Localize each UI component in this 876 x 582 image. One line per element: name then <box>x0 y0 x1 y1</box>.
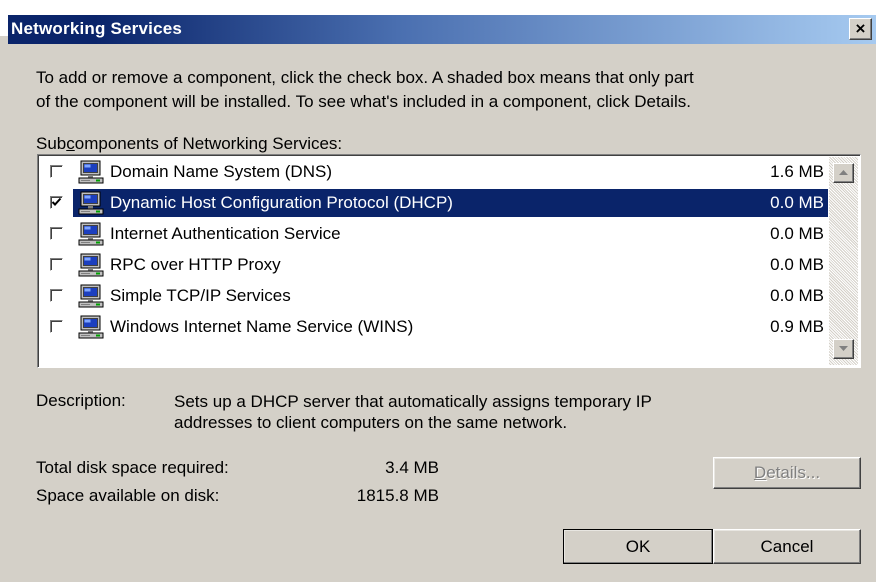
list-item[interactable]: Internet Authentication Service 0.0 MB <box>40 219 828 250</box>
details-mnemonic: D <box>753 463 767 482</box>
list-item[interactable]: Windows Internet Name Service (WINS) 0.9 … <box>40 312 828 343</box>
computer-icon <box>78 315 104 339</box>
scroll-up-button[interactable] <box>833 163 854 183</box>
arrow-up-icon <box>839 170 848 175</box>
computer-icon <box>78 253 104 277</box>
list-item[interactable]: Simple TCP/IP Services 0.0 MB <box>40 281 828 312</box>
vertical-scrollbar[interactable] <box>829 157 858 365</box>
component-checkbox[interactable] <box>50 289 63 302</box>
details-button[interactable]: Details... <box>713 457 861 489</box>
cancel-button[interactable]: Cancel <box>713 529 861 564</box>
component-checkbox[interactable] <box>50 196 63 209</box>
component-size: 1.6 MB <box>770 162 824 181</box>
disk-available-value: 1815.8 MB <box>356 486 439 505</box>
component-checkbox[interactable] <box>50 320 63 333</box>
subcomponents-label: Subcomponents of Networking Services: <box>36 134 342 154</box>
computer-icon <box>78 222 104 246</box>
arrow-down-icon <box>839 346 848 351</box>
window-title: Networking Services <box>11 19 183 38</box>
component-checkbox[interactable] <box>50 165 63 178</box>
disk-required-label: Total disk space required: <box>36 458 229 477</box>
scroll-down-button[interactable] <box>833 339 854 359</box>
component-name: Internet Authentication Service <box>110 224 341 243</box>
component-checkbox[interactable] <box>50 227 63 240</box>
component-size: 0.0 MB <box>770 255 824 274</box>
subcomponents-label-end: omponents of Networking Services: <box>74 134 343 153</box>
component-name: RPC over HTTP Proxy <box>110 255 281 274</box>
disk-required-value: 3.4 MB <box>385 458 439 477</box>
component-size: 0.9 MB <box>770 317 824 336</box>
subcomponents-list[interactable]: Domain Name System (DNS) 1.6 MB Dynamic Ho… <box>37 154 861 368</box>
list-item[interactable]: Dynamic Host Configuration Protocol (DHC… <box>40 188 828 219</box>
list-item[interactable]: Domain Name System (DNS) 1.6 MB <box>40 157 828 188</box>
details-label: etails... <box>766 463 821 482</box>
close-icon: × <box>855 19 866 38</box>
component-name: Domain Name System (DNS) <box>110 162 332 181</box>
ok-button[interactable]: OK <box>563 529 713 564</box>
computer-icon <box>78 284 104 308</box>
close-button[interactable]: × <box>849 18 872 40</box>
title-bar-area: Networking Services × <box>0 0 876 44</box>
computer-icon <box>78 191 104 215</box>
networking-services-dialog: Networking Services × To add or remove a… <box>0 0 876 582</box>
component-size: 0.0 MB <box>770 286 824 305</box>
list-item[interactable]: RPC over HTTP Proxy 0.0 MB <box>40 250 828 281</box>
component-name: Dynamic Host Configuration Protocol (DHC… <box>110 193 453 212</box>
subcomponents-label-mnemonic: c <box>66 134 75 153</box>
subcomponents-label-start: Sub <box>36 134 67 153</box>
disk-available-label: Space available on disk: <box>36 486 220 505</box>
instructions: To add or remove a component, click the … <box>36 66 866 114</box>
description-line-1: Sets up a DHCP server that automatically… <box>174 392 652 411</box>
instructions-line-1: To add or remove a component, click the … <box>36 68 694 87</box>
component-size: 0.0 MB <box>770 224 824 243</box>
component-size: 0.0 MB <box>770 193 824 212</box>
dialog-body: To add or remove a component, click the … <box>8 44 876 582</box>
computer-icon <box>78 160 104 184</box>
instructions-line-2: of the component will be installed. To s… <box>36 92 691 111</box>
description-line-2: addresses to client computers on the sam… <box>174 413 568 432</box>
description-text: Sets up a DHCP server that automatically… <box>174 391 854 433</box>
component-name: Windows Internet Name Service (WINS) <box>110 317 414 336</box>
component-checkbox[interactable] <box>50 258 63 271</box>
component-name: Simple TCP/IP Services <box>110 286 291 305</box>
description-label: Description: <box>36 391 126 410</box>
